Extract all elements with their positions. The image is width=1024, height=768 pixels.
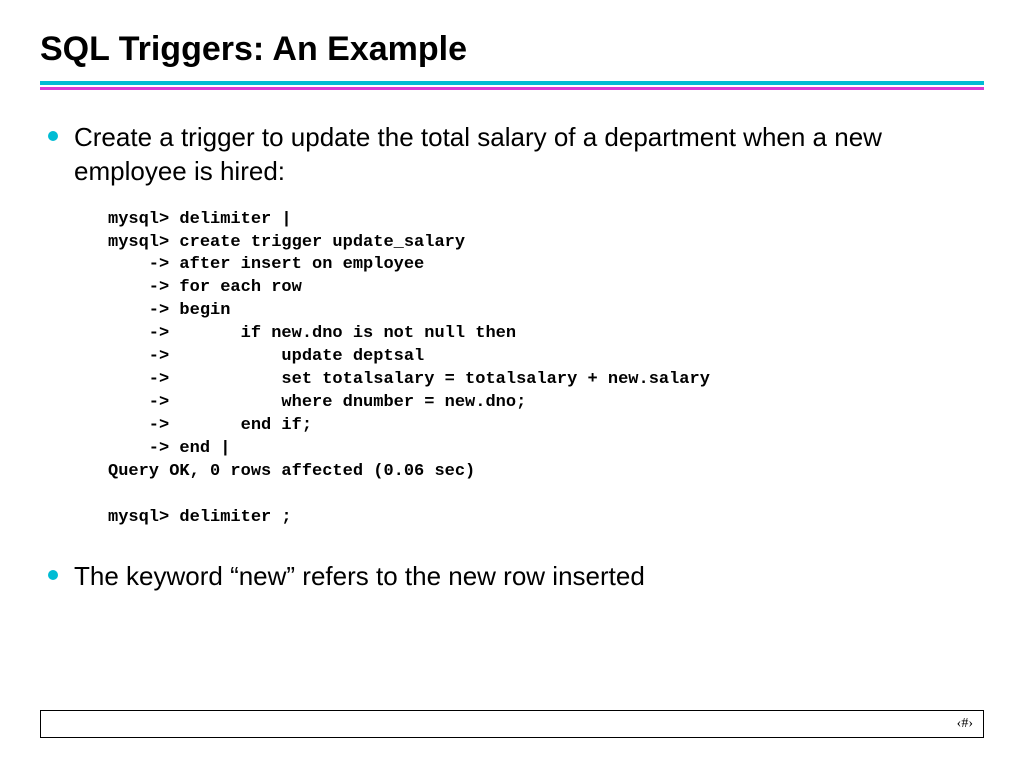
bullet-icon xyxy=(48,570,58,580)
slide-content: Create a trigger to update the total sal… xyxy=(40,121,984,594)
slide-title: SQL Triggers: An Example xyxy=(40,30,984,69)
footer: ‹#› xyxy=(40,710,984,738)
bullet-text-2: The keyword “new” refers to the new row … xyxy=(74,560,645,594)
page-number: ‹#› xyxy=(957,716,973,732)
code-block: mysql> delimiter | mysql> create trigger… xyxy=(108,209,984,530)
bullet-item-2: The keyword “new” refers to the new row … xyxy=(48,560,984,594)
bullet-icon xyxy=(48,131,58,141)
bullet-text-1: Create a trigger to update the total sal… xyxy=(74,121,984,189)
bullet-item-1: Create a trigger to update the total sal… xyxy=(48,121,984,189)
title-divider xyxy=(40,81,984,91)
